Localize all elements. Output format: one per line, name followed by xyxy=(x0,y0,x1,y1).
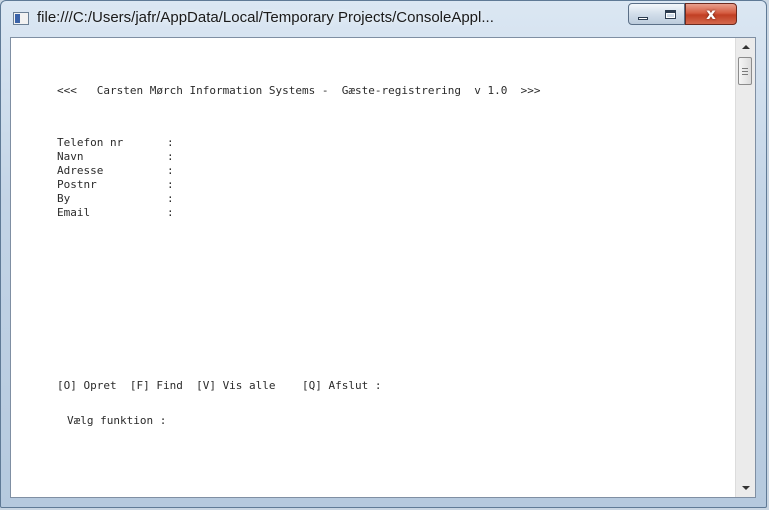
field-separator: : xyxy=(167,164,174,177)
arrow-up-icon xyxy=(741,45,750,49)
close-icon: x xyxy=(706,4,716,23)
arrow-down-icon xyxy=(741,486,750,490)
function-prompt: Vælg funktion : xyxy=(67,414,167,427)
field-label: Adresse xyxy=(57,164,104,177)
console-client-area[interactable]: <<< Carsten Mørch Information Systems - … xyxy=(10,37,756,498)
console-header: <<< Carsten Mørch Information Systems - … xyxy=(57,84,541,97)
close-button[interactable]: x xyxy=(685,3,737,25)
console-window: file:///C:/Users/jafr/AppData/Local/Temp… xyxy=(0,0,767,508)
field-separator: : xyxy=(167,192,174,205)
minimize-icon xyxy=(638,16,648,20)
vertical-scrollbar[interactable] xyxy=(735,38,755,497)
scrollbar-thumb[interactable] xyxy=(738,57,752,85)
field-separator: : xyxy=(167,136,174,149)
scroll-up-button[interactable] xyxy=(736,38,755,56)
console-app-icon[interactable] xyxy=(13,12,29,25)
field-label: Email xyxy=(57,206,91,219)
scroll-down-button[interactable] xyxy=(736,479,755,497)
field-label: Navn xyxy=(57,150,84,163)
grip-line xyxy=(742,73,748,75)
field-separator: : xyxy=(167,206,174,219)
maximize-icon xyxy=(665,9,676,19)
title-bar[interactable]: file:///C:/Users/jafr/AppData/Local/Temp… xyxy=(1,1,766,37)
field-label: Telefon nr xyxy=(57,136,124,149)
field-label: Postnr xyxy=(57,178,97,191)
field-separator: : xyxy=(167,150,174,163)
window-title: file:///C:/Users/jafr/AppData/Local/Temp… xyxy=(37,9,494,26)
grip-line xyxy=(742,67,748,69)
console-output: <<< Carsten Mørch Information Systems - … xyxy=(11,38,735,497)
menu-options: [O] Opret [F] Find [V] Vis alle [Q] Afsl… xyxy=(57,379,382,392)
grip-line xyxy=(742,70,748,72)
field-label: By xyxy=(57,192,71,205)
maximize-button[interactable] xyxy=(657,3,685,25)
minimize-button[interactable] xyxy=(628,3,658,25)
field-separator: : xyxy=(167,178,174,191)
